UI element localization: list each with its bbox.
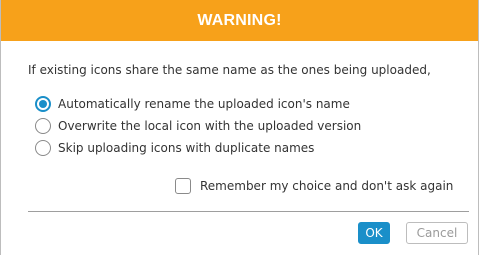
remember-choice[interactable]: Remember my choice and don't ask again (175, 178, 453, 194)
option-rename[interactable]: Automatically rename the uploaded icon's… (35, 93, 361, 115)
remember-checkbox[interactable] (175, 178, 191, 194)
remember-label: Remember my choice and don't ask again (200, 179, 454, 193)
option-skip[interactable]: Skip uploading icons with duplicate name… (35, 137, 361, 159)
dialog-title-bar: WARNING! (1, 0, 478, 41)
cancel-button[interactable]: Cancel (406, 222, 468, 244)
duplicate-options-group: Automatically rename the uploaded icon's… (35, 93, 361, 159)
dialog-message: If existing icons share the same name as… (28, 63, 431, 77)
warning-dialog: WARNING! If existing icons share the sam… (0, 0, 479, 255)
ok-button[interactable]: OK (358, 222, 390, 244)
option-overwrite-label: Overwrite the local icon with the upload… (58, 119, 362, 133)
radio-rename[interactable] (35, 96, 51, 112)
radio-overwrite[interactable] (35, 118, 51, 134)
radio-skip[interactable] (35, 140, 51, 156)
dialog-title: WARNING! (197, 11, 282, 29)
option-skip-label: Skip uploading icons with duplicate name… (58, 141, 315, 155)
divider (28, 211, 469, 212)
option-rename-label: Automatically rename the uploaded icon's… (58, 97, 350, 111)
option-overwrite[interactable]: Overwrite the local icon with the upload… (35, 115, 361, 137)
